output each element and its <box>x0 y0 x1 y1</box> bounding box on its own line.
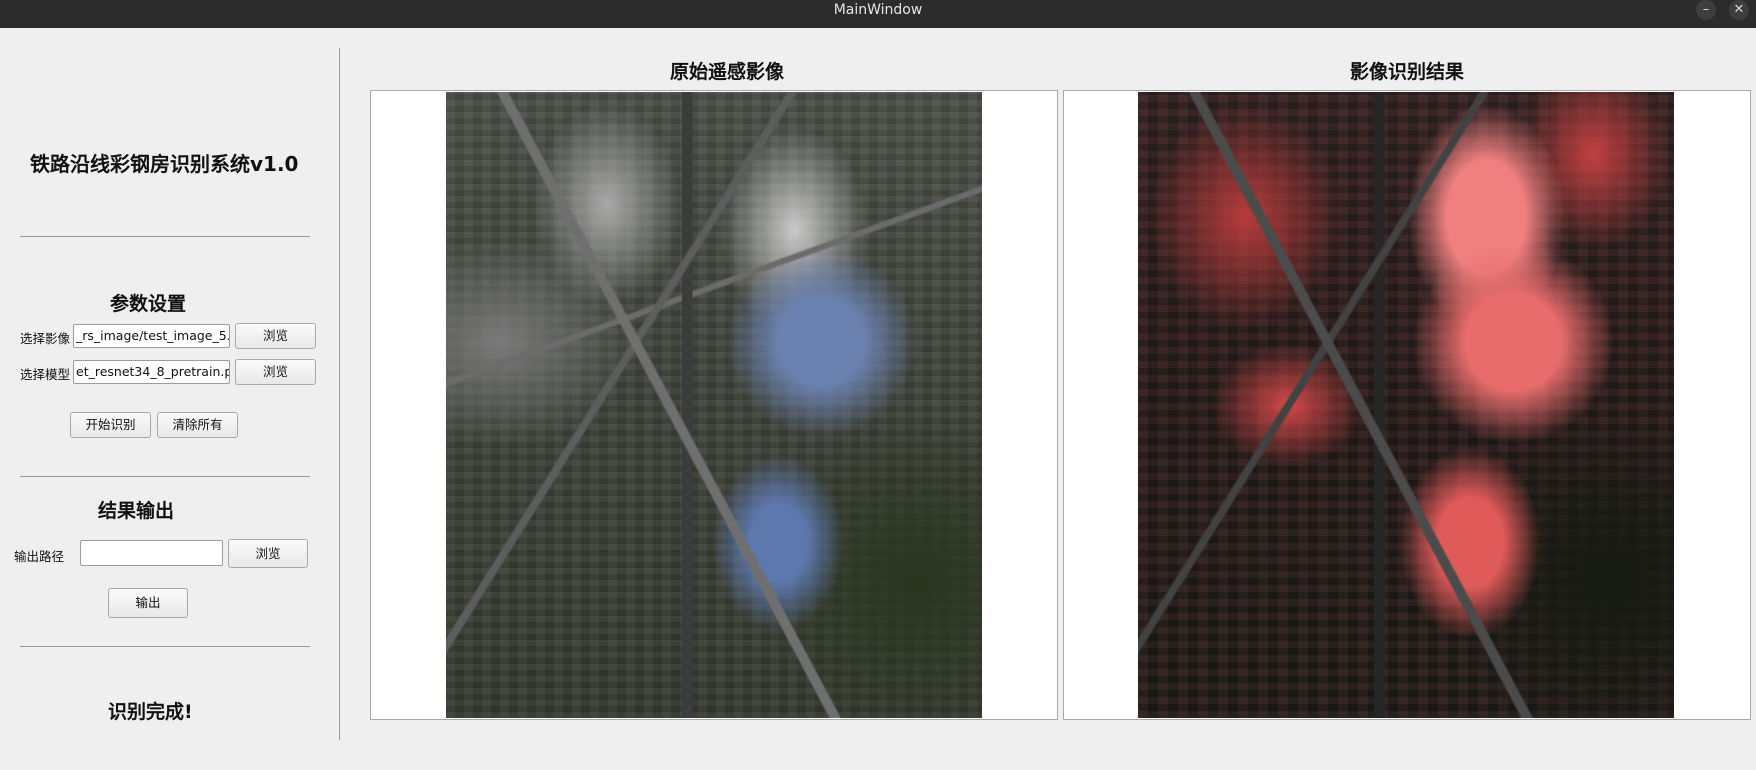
result-image-panel <box>1063 90 1751 720</box>
window-titlebar: MainWindow – ✕ <box>0 0 1756 28</box>
model-path-field[interactable]: et_resnet34_8_pretrain.pkl <box>73 360 230 384</box>
output-heading: 结果输出 <box>98 500 175 522</box>
app-title: 铁路沿线彩钢房识别系统v1.0 <box>30 152 299 176</box>
result-satellite-image <box>1138 92 1674 718</box>
divider <box>20 236 310 237</box>
original-image-panel <box>370 90 1058 720</box>
image-label: 选择影像 <box>20 331 71 346</box>
output-path-label: 输出路径 <box>14 549 65 564</box>
close-icon[interactable]: ✕ <box>1729 0 1749 20</box>
export-button[interactable]: 输出 <box>108 588 188 618</box>
start-recognition-button[interactable]: 开始识别 <box>70 412 151 438</box>
sidebar-separator <box>339 48 340 740</box>
original-image-title: 原始遥感影像 <box>670 61 785 83</box>
image-path-field[interactable]: _rs_image/test_image_5.tif <box>73 324 230 348</box>
model-label: 选择模型 <box>20 367 71 382</box>
divider <box>20 646 310 647</box>
minimize-icon[interactable]: – <box>1696 0 1716 20</box>
model-browse-button[interactable]: 浏览 <box>235 359 316 385</box>
status-text: 识别完成! <box>108 701 193 723</box>
params-heading: 参数设置 <box>110 293 187 315</box>
divider <box>20 476 310 477</box>
result-image-title: 影像识别结果 <box>1350 61 1465 83</box>
clear-all-button[interactable]: 清除所有 <box>157 412 238 438</box>
window-title: MainWindow <box>833 2 923 18</box>
output-path-field[interactable] <box>80 540 223 566</box>
image-browse-button[interactable]: 浏览 <box>235 323 316 349</box>
original-satellite-image <box>446 92 982 718</box>
output-browse-button[interactable]: 浏览 <box>228 539 308 568</box>
